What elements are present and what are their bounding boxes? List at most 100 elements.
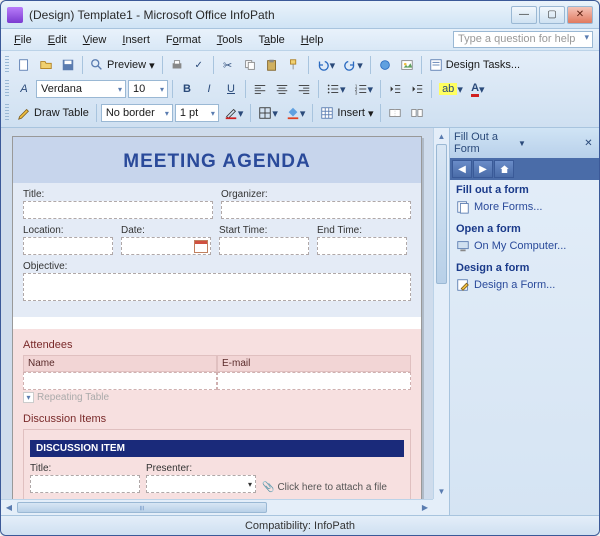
tp-link-more-forms[interactable]: More Forms...	[456, 199, 593, 215]
align-left-button[interactable]	[250, 79, 270, 99]
border-style-select[interactable]: No border	[101, 104, 173, 122]
table-row[interactable]	[23, 372, 411, 390]
task-pane-title: Fill Out a Form	[454, 131, 514, 155]
form-document[interactable]: MEETING AGENDA Title: Organizer:	[12, 136, 422, 499]
status-bar: Compatibility: InfoPath	[1, 515, 599, 535]
objective-input[interactable]	[23, 273, 411, 301]
location-input[interactable]	[23, 237, 113, 255]
scroll-thumb[interactable]	[17, 502, 267, 513]
name-cell-input[interactable]	[23, 372, 217, 390]
italic-button[interactable]: I	[199, 79, 219, 99]
scroll-left-arrow[interactable]: ◀	[1, 500, 17, 515]
menu-edit[interactable]: Edit	[41, 32, 74, 48]
cut-button[interactable]: ✂	[218, 55, 238, 75]
bullets-button[interactable]: ▾	[323, 79, 349, 99]
nav-back-button[interactable]: ◀	[452, 160, 472, 178]
start-time-input[interactable]	[219, 237, 309, 255]
align-center-button[interactable]	[272, 79, 292, 99]
paste-button[interactable]	[262, 55, 282, 75]
calendar-icon[interactable]	[194, 240, 208, 253]
nav-home-button[interactable]	[494, 160, 514, 178]
maximize-button[interactable]: ▢	[539, 6, 565, 24]
save-button[interactable]	[58, 55, 78, 75]
menu-help[interactable]: Help	[294, 32, 331, 48]
open-button[interactable]	[36, 55, 56, 75]
increase-indent-button[interactable]	[407, 79, 427, 99]
end-time-input[interactable]	[317, 237, 407, 255]
split-cells-button[interactable]	[407, 103, 427, 123]
email-cell-input[interactable]	[217, 372, 411, 390]
borders-button[interactable]: ▾	[255, 103, 281, 123]
menu-format[interactable]: Format	[159, 32, 208, 48]
scroll-thumb[interactable]	[436, 144, 447, 284]
menu-insert[interactable]: Insert	[115, 32, 157, 48]
task-pane-dropdown-icon[interactable]: ▼	[518, 139, 578, 148]
vertical-scrollbar[interactable]: ▲ ▼	[433, 128, 449, 499]
scroll-down-arrow[interactable]: ▼	[434, 483, 449, 499]
format-painter-button[interactable]	[284, 55, 304, 75]
attendees-heading: Attendees	[23, 339, 411, 351]
toolbar-grip[interactable]	[5, 80, 9, 98]
insert-picture-button[interactable]	[397, 55, 417, 75]
chevron-down-icon[interactable]: ▾	[23, 392, 34, 403]
numbering-button[interactable]: 123▾	[351, 79, 377, 99]
border-width-select[interactable]: 1 pt	[175, 104, 219, 122]
date-input[interactable]	[121, 237, 211, 255]
tp-group-head-design: Design a form	[456, 262, 593, 274]
new-button[interactable]	[14, 55, 34, 75]
menu-file[interactable]: File	[7, 32, 39, 48]
presenter-input[interactable]	[146, 475, 256, 493]
draw-table-button[interactable]: Draw Table	[14, 103, 92, 123]
font-family-select[interactable]: Verdana	[36, 80, 126, 98]
border-color-button[interactable]: ▾	[221, 103, 247, 123]
toolbar-grip[interactable]	[5, 56, 9, 74]
titlebar: (Design) Template1 - Microsoft Office In…	[1, 1, 599, 29]
menu-tools[interactable]: Tools	[210, 32, 250, 48]
preview-button[interactable]: Preview ▾	[87, 55, 158, 75]
task-pane-body: Fill out a form More Forms... Open a for…	[450, 180, 599, 515]
merge-cells-button[interactable]	[385, 103, 405, 123]
insert-table-button[interactable]: Insert ▾	[317, 103, 376, 123]
toolbar-grip[interactable]	[5, 104, 9, 122]
canvas-viewport[interactable]: MEETING AGENDA Title: Organizer:	[1, 128, 433, 499]
title-input[interactable]	[23, 201, 213, 219]
style-button[interactable]: A	[14, 79, 34, 99]
undo-button[interactable]: ▾	[313, 55, 339, 75]
minimize-button[interactable]: —	[511, 6, 537, 24]
menubar: File Edit View Insert Format Tools Table…	[1, 29, 599, 51]
shading-button[interactable]: ▾	[283, 103, 309, 123]
font-size-select[interactable]: 10	[128, 80, 168, 98]
tp-link-my-computer[interactable]: On My Computer...	[456, 238, 593, 254]
decrease-indent-button[interactable]	[385, 79, 405, 99]
horizontal-scrollbar[interactable]: ◀ ▶	[1, 499, 433, 515]
task-pane-titlebar: Fill Out a Form ▼ ✕	[450, 128, 599, 158]
highlight-button[interactable]: ab▾	[436, 79, 466, 99]
bold-button[interactable]: B	[177, 79, 197, 99]
toolbar-standard: Preview ▾ ✓ ✂ ▾ ▾ Design Tasks...	[1, 53, 599, 77]
attach-file-link[interactable]: 📎 Click here to attach a file	[262, 482, 387, 493]
menu-view[interactable]: View	[76, 32, 114, 48]
font-color-button[interactable]: A▾	[468, 79, 488, 99]
tp-link-design-form[interactable]: Design a Form...	[456, 277, 593, 293]
close-button[interactable]: ✕	[567, 6, 593, 24]
spellcheck-button[interactable]: ✓	[189, 55, 209, 75]
insert-hyperlink-button[interactable]	[375, 55, 395, 75]
organizer-input[interactable]	[221, 201, 411, 219]
align-right-button[interactable]	[294, 79, 314, 99]
disc-title-input[interactable]	[30, 475, 140, 493]
nav-forward-button[interactable]: ▶	[473, 160, 493, 178]
print-button[interactable]	[167, 55, 187, 75]
scroll-right-arrow[interactable]: ▶	[417, 500, 433, 515]
redo-button[interactable]: ▾	[340, 55, 366, 75]
presenter-label: Presenter:	[146, 463, 256, 474]
design-tasks-button[interactable]: Design Tasks...	[426, 55, 523, 75]
task-pane: Fill Out a Form ▼ ✕ ◀ ▶ Fill out a form …	[449, 128, 599, 515]
repeating-table-hint[interactable]: ▾ Repeating Table	[23, 392, 411, 403]
menu-table[interactable]: Table	[251, 32, 291, 48]
copy-button[interactable]	[240, 55, 260, 75]
underline-button[interactable]: U	[221, 79, 241, 99]
task-pane-close-button[interactable]: ✕	[582, 137, 595, 150]
scroll-up-arrow[interactable]: ▲	[434, 128, 449, 144]
insert-label: Insert	[337, 107, 365, 119]
help-search-input[interactable]: Type a question for help	[453, 31, 593, 48]
